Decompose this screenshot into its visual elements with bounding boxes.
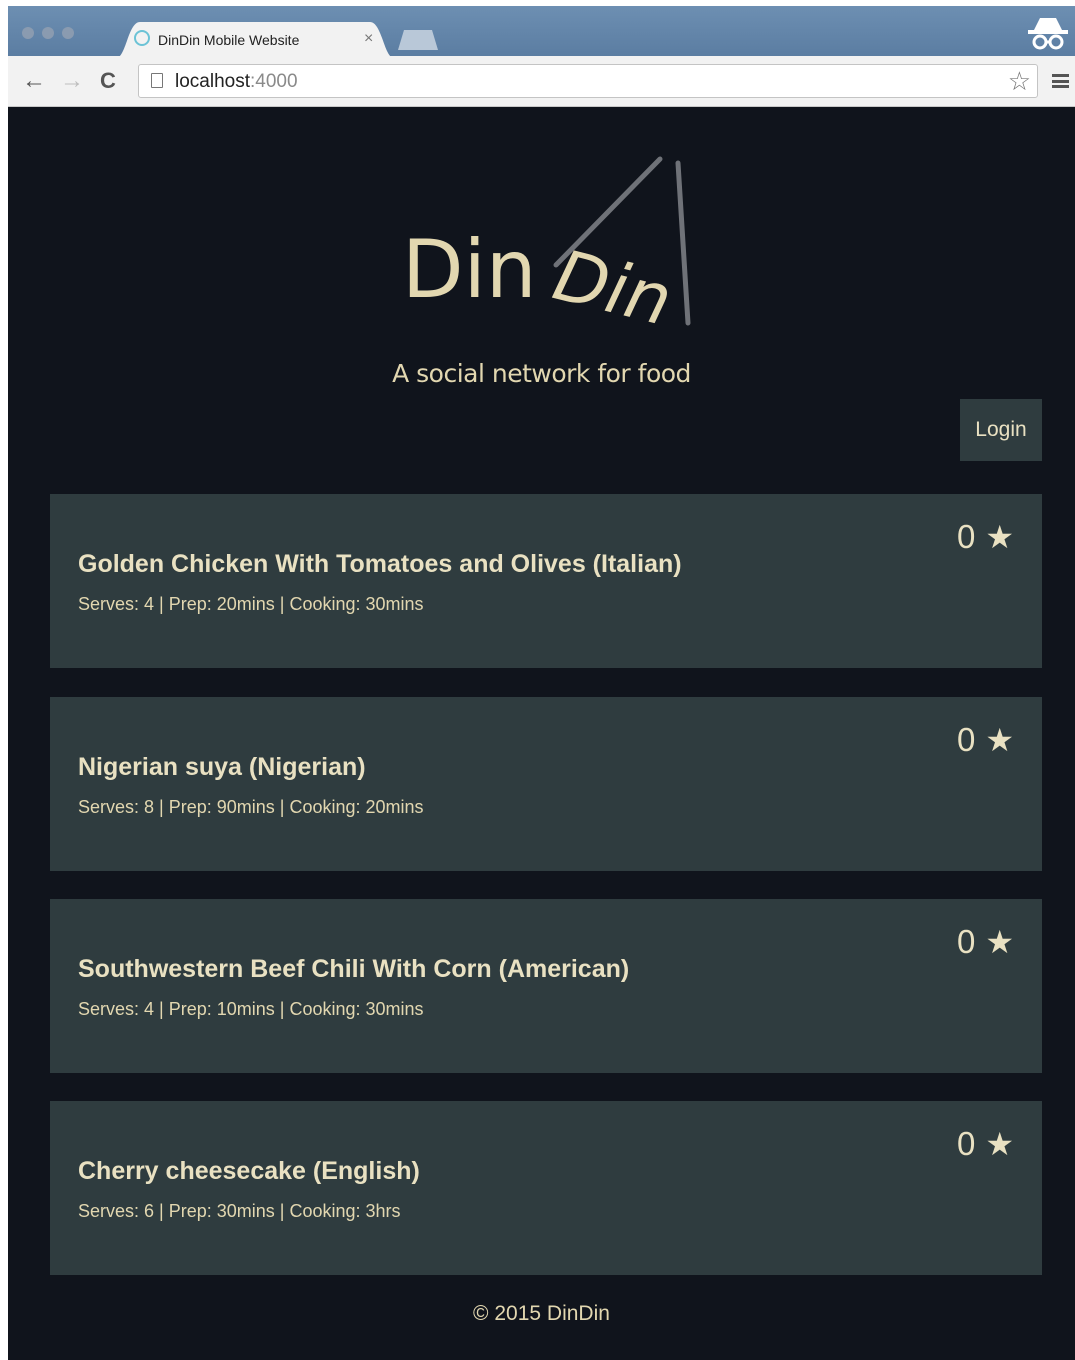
- recipe-rating[interactable]: 0 ★: [957, 923, 1014, 961]
- close-window-button[interactable]: [22, 27, 34, 39]
- star-icon[interactable]: ★: [985, 721, 1014, 759]
- loading-spinner-icon: [134, 30, 150, 46]
- recipe-meta: Serves: 4 | Prep: 10mins | Cooking: 30mi…: [78, 999, 424, 1019]
- url-text: localhost:4000: [175, 71, 298, 93]
- logo-text-din: Din: [402, 223, 537, 316]
- recipe-title[interactable]: Golden Chicken With Tomatoes and Olives …: [78, 550, 682, 579]
- tagline: A social network for food: [392, 359, 691, 388]
- star-count: 0: [956, 923, 976, 960]
- star-count: 0: [956, 518, 976, 555]
- recipe-meta: Serves: 6 | Prep: 30mins | Cooking: 3hrs: [78, 1201, 401, 1221]
- recipe-card[interactable]: Golden Chicken With Tomatoes and Olives …: [50, 494, 1042, 668]
- browser-window: DinDin Mobile Website × ← → C localhost:…: [8, 6, 1075, 1360]
- page-icon: [151, 73, 163, 88]
- recipe-rating[interactable]: 0 ★: [957, 518, 1014, 556]
- title-bar: DinDin Mobile Website ×: [8, 6, 1075, 58]
- recipe-title[interactable]: Nigerian suya (Nigerian): [78, 753, 366, 782]
- tab-close-icon[interactable]: ×: [364, 30, 373, 48]
- star-icon[interactable]: ★: [985, 923, 1014, 961]
- minimize-window-button[interactable]: [42, 27, 54, 39]
- login-button[interactable]: Login: [960, 399, 1042, 461]
- incognito-icon: [1028, 18, 1068, 50]
- recipe-rating[interactable]: 0 ★: [957, 1125, 1014, 1163]
- bookmark-star-icon[interactable]: ☆: [1008, 67, 1031, 95]
- recipe-card[interactable]: Southwestern Beef Chili With Corn (Ameri…: [50, 899, 1042, 1073]
- forward-button[interactable]: →: [60, 66, 84, 96]
- browser-toolbar: ← → C localhost:4000 ☆: [8, 56, 1075, 107]
- new-tab-button[interactable]: [398, 30, 438, 50]
- back-button[interactable]: ←: [22, 66, 46, 96]
- logo-text-din-tilted: Din: [546, 234, 680, 342]
- recipe-card[interactable]: Nigerian suya (Nigerian) Serves: 8 | Pre…: [50, 697, 1042, 871]
- footer-copyright: © 2015 DinDin: [473, 1302, 610, 1325]
- star-icon[interactable]: ★: [985, 518, 1014, 556]
- reload-button[interactable]: C: [100, 66, 116, 96]
- hamburger-menu-icon[interactable]: [1052, 74, 1069, 88]
- recipe-rating[interactable]: 0 ★: [957, 721, 1014, 759]
- dindin-logo: Din Din: [402, 156, 691, 342]
- address-bar[interactable]: localhost:4000 ☆: [138, 64, 1038, 98]
- recipe-meta: Serves: 8 | Prep: 90mins | Cooking: 20mi…: [78, 797, 424, 817]
- url-port: :4000: [250, 71, 298, 92]
- recipe-title[interactable]: Cherry cheesecake (English): [78, 1157, 420, 1186]
- star-count: 0: [956, 721, 976, 758]
- zoom-window-button[interactable]: [62, 27, 74, 39]
- tab-title: DinDin Mobile Website: [158, 32, 300, 48]
- recipe-card[interactable]: Cherry cheesecake (English) Serves: 6 | …: [50, 1101, 1042, 1275]
- recipe-title[interactable]: Southwestern Beef Chili With Corn (Ameri…: [78, 955, 629, 984]
- star-count: 0: [956, 1125, 976, 1162]
- url-host: localhost: [175, 71, 250, 92]
- star-icon[interactable]: ★: [985, 1125, 1014, 1163]
- recipe-meta: Serves: 4 | Prep: 20mins | Cooking: 30mi…: [78, 594, 424, 614]
- page-content: Din Din A social network for food Login …: [8, 107, 1075, 1360]
